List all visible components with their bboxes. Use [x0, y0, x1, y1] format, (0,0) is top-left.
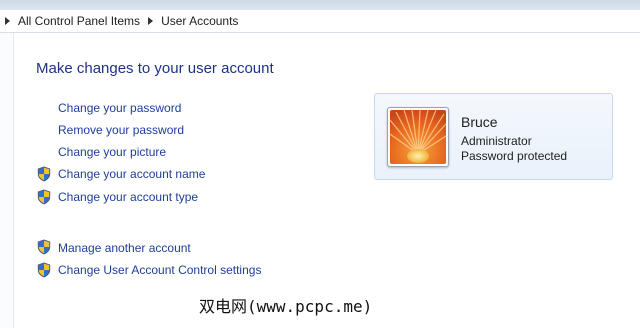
breadcrumb-item-all-control-panel-items[interactable]: All Control Panel Items	[18, 14, 140, 28]
watermark-text: 双电网(www.pcpc.me)	[199, 297, 373, 316]
change-password-link[interactable]: Change your password	[58, 101, 181, 115]
breadcrumb-arrow-icon[interactable]	[5, 17, 10, 25]
change-uac-settings-link[interactable]: Change User Account Control settings	[58, 263, 261, 277]
breadcrumb-separator-icon[interactable]	[148, 17, 154, 25]
user-account-card: Bruce Administrator Password protected	[374, 93, 613, 180]
change-account-name-link[interactable]: Change your account name	[58, 167, 205, 181]
orange-flower-icon	[390, 110, 446, 164]
left-pane-edge	[0, 33, 14, 328]
change-picture-link[interactable]: Change your picture	[58, 145, 166, 159]
uac-shield-icon	[37, 239, 51, 255]
remove-password-link[interactable]: Remove your password	[58, 123, 184, 137]
breadcrumb-item-user-accounts[interactable]: User Accounts	[161, 14, 238, 28]
breadcrumb: All Control Panel Items User Accounts	[0, 10, 640, 33]
avatar	[387, 107, 449, 167]
uac-shield-icon	[37, 262, 51, 278]
user-name: Bruce	[461, 114, 498, 130]
title-bar-strip	[0, 0, 640, 10]
page-title: Make changes to your user account	[36, 60, 274, 77]
change-account-type-link[interactable]: Change your account type	[58, 190, 198, 204]
user-role: Administrator	[461, 134, 532, 148]
manage-another-account-link[interactable]: Manage another account	[58, 241, 191, 255]
uac-shield-icon	[37, 166, 51, 182]
uac-shield-icon	[37, 189, 51, 205]
user-password-status: Password protected	[461, 149, 568, 163]
